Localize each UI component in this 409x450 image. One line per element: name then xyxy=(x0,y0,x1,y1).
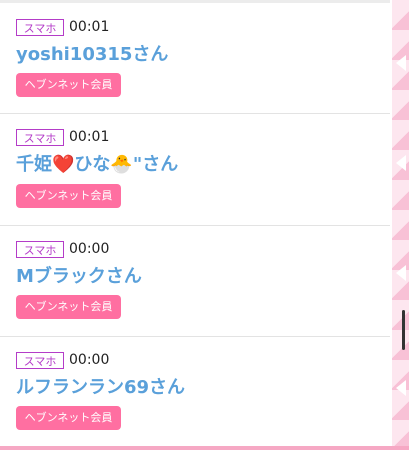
visitor-name[interactable]: ルフランラン69さん xyxy=(16,377,185,399)
decorative-triangle xyxy=(396,380,406,396)
visitor-name[interactable]: Mブラックさん xyxy=(16,266,142,288)
decorative-triangle xyxy=(396,55,406,71)
list-item[interactable]: スマホ 00:01 yoshi10315さん ヘブンネット会員 xyxy=(0,3,390,113)
decorative-triangle xyxy=(396,155,406,171)
decorative-triangle xyxy=(396,265,406,281)
device-badge: スマホ xyxy=(16,19,64,36)
visitor-name[interactable]: yoshi10315さん xyxy=(16,44,168,66)
member-badge: ヘブンネット会員 xyxy=(16,73,121,97)
access-time: 00:01 xyxy=(69,19,110,35)
access-time: 00:01 xyxy=(69,129,110,145)
device-badge: スマホ xyxy=(16,352,64,369)
scrollbar[interactable] xyxy=(402,310,405,350)
member-badge: ヘブンネット会員 xyxy=(16,184,121,208)
visitor-list: スマホ 00:01 yoshi10315さん ヘブンネット会員 スマホ 00:0… xyxy=(0,0,390,450)
access-time: 00:00 xyxy=(69,352,110,368)
list-item[interactable]: スマホ 00:01 千姫❤️ひな🐣"さん ヘブンネット会員 xyxy=(0,114,390,224)
bottom-accent-bar xyxy=(0,446,409,450)
list-item[interactable]: スマホ 00:00 ルフランラン69さん ヘブンネット会員 xyxy=(0,337,390,447)
list-item[interactable]: スマホ 00:00 Mブラックさん ヘブンネット会員 xyxy=(0,226,390,336)
device-badge: スマホ xyxy=(16,129,64,146)
visitor-name[interactable]: 千姫❤️ひな🐣"さん xyxy=(16,154,178,176)
member-badge: ヘブンネット会員 xyxy=(16,295,121,319)
device-badge: スマホ xyxy=(16,241,64,258)
member-badge: ヘブンネット会員 xyxy=(16,406,121,430)
access-time: 00:00 xyxy=(69,241,110,257)
